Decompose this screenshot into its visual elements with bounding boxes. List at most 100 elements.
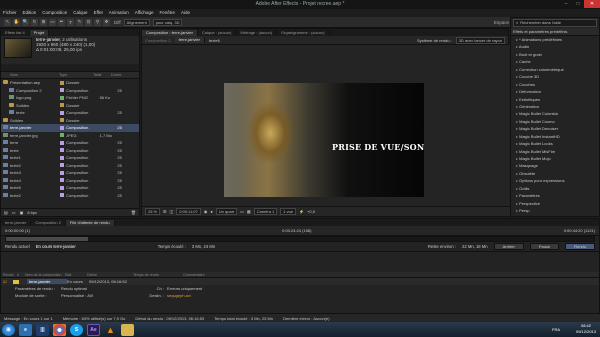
timecode-field[interactable]: 0:00:11:07 <box>176 208 201 215</box>
minimize-icon[interactable]: – <box>560 0 572 8</box>
menu-fenetre[interactable]: Fenêtre <box>156 9 178 17</box>
comp-viewer[interactable]: PRISE DE VUE/SON <box>142 45 510 208</box>
close-icon[interactable]: ✕ <box>584 0 600 8</box>
label-color-icon[interactable] <box>60 193 65 198</box>
snapshot-icon[interactable]: ◉ <box>204 209 208 214</box>
effect-category[interactable]: Correction colorimétrique <box>511 66 599 73</box>
label-color-icon[interactable] <box>60 148 65 153</box>
camera-select[interactable]: Caméra 1 <box>253 208 278 215</box>
effect-category[interactable]: Magic Bullet Denoiser <box>511 125 599 132</box>
help-search-input[interactable]: ⌕ Rechercher dans l'aide <box>513 19 597 27</box>
bit-depth[interactable]: 8 bpc <box>27 210 37 215</box>
after-effects-icon[interactable]: Ae <box>87 323 100 336</box>
effect-category[interactable]: Outils <box>511 185 599 192</box>
system-clock[interactable]: 08:42 09/12/2013 <box>576 323 596 334</box>
log-value[interactable]: Erreurs uniquement <box>167 286 202 291</box>
tab-project[interactable]: Projet <box>29 30 50 36</box>
col-comment[interactable]: Commentaire <box>183 272 233 277</box>
breadcrumb-comp2[interactable]: Composition 2 <box>145 38 171 43</box>
effect-category[interactable]: Obsolète <box>511 170 599 177</box>
tab-footage[interactable]: Métrage : (aucun) <box>236 30 278 36</box>
tab-effects-info[interactable]: Effets ital 4 <box>1 30 30 36</box>
rectangle-tool-icon[interactable]: ▭ <box>49 18 56 26</box>
trash-icon[interactable]: 🗑 <box>131 210 136 215</box>
label-color-icon[interactable] <box>60 125 65 130</box>
project-row[interactable]: terre-janvier Composition 25 <box>1 124 139 132</box>
render-item-name[interactable]: terre-janvier <box>27 279 67 284</box>
project-row[interactable]: Composition 2 Composition 25 <box>1 87 139 95</box>
chrome-icon[interactable] <box>53 323 66 336</box>
brush-tool-icon[interactable]: ✎ <box>76 18 83 26</box>
effect-category[interactable]: Magic Bullet MisFire <box>511 148 599 155</box>
menu-animation[interactable]: Animation <box>106 9 132 17</box>
effect-category[interactable]: Esthétiques <box>511 96 599 103</box>
effect-category[interactable]: Audio <box>511 43 599 50</box>
label-color-icon[interactable] <box>60 185 65 190</box>
menu-edition[interactable]: Edition <box>20 9 40 17</box>
breadcrumb-texte6[interactable]: texte6 <box>209 38 220 43</box>
region-icon[interactable]: ▭ <box>240 209 244 214</box>
output-module-value[interactable]: Personnalisé : AVI <box>61 293 107 298</box>
effect-category[interactable]: Magic Bullet Colorista <box>511 110 599 117</box>
new-folder-icon[interactable]: ▭ <box>12 210 16 215</box>
effect-category[interactable]: Persp <box>511 207 599 214</box>
library-icon[interactable]: ||| <box>36 323 49 336</box>
tab-layer[interactable]: Calque : (aucun) <box>198 30 237 36</box>
tab-timeline-terre-janvier[interactable]: terre-janvier <box>1 220 32 226</box>
project-row[interactable]: texte2 Composition 25 <box>1 192 139 200</box>
col-comp-name[interactable]: Nom de la composition <box>25 272 65 277</box>
effect-category[interactable]: Couche 3D <box>511 73 599 80</box>
transparency-icon[interactable]: ▩ <box>247 209 251 214</box>
project-search-input[interactable] <box>1 64 139 72</box>
tab-flowchart[interactable]: Organigramme : (aucun) <box>277 30 330 36</box>
effect-category[interactable]: Bruit et grain <box>511 51 599 58</box>
project-row[interactable]: Solides Dossier <box>1 102 139 110</box>
hand-tool-icon[interactable]: ✋ <box>13 18 20 26</box>
mask-icon[interactable]: ◫ <box>169 209 173 214</box>
column-duration[interactable]: Durée <box>111 72 133 78</box>
render-checkbox-icon[interactable]: ☑ <box>3 279 13 284</box>
label-color-icon[interactable] <box>60 118 65 123</box>
menu-calque[interactable]: Calque <box>70 9 90 17</box>
menu-composition[interactable]: Composition <box>39 9 70 17</box>
snap-field[interactable]: pour calq. 3D <box>152 18 183 26</box>
tab-composition[interactable]: Composition : terre-janvier <box>142 30 198 36</box>
render-item-row[interactable]: ☑ terre-janvier En cours 09/12/2013, 06:… <box>1 278 599 285</box>
stamp-tool-icon[interactable]: ⊡ <box>85 18 92 26</box>
effect-category[interactable]: Couches <box>511 81 599 88</box>
label-color-icon[interactable] <box>60 110 65 115</box>
effect-category[interactable]: Déformation <box>511 88 599 95</box>
project-row[interactable]: texte Composition 25 <box>1 147 139 155</box>
render-settings-value[interactable]: Rendu optimal <box>61 286 107 291</box>
stop-button[interactable]: Arrêter <box>493 243 524 250</box>
camera-tool-icon[interactable]: ⊞ <box>40 18 47 26</box>
exposure-value[interactable]: +0,0 <box>307 209 315 214</box>
tab-render-queue[interactable]: File d'attente de rendu <box>65 220 115 226</box>
skype-icon[interactable]: S <box>70 323 83 336</box>
effect-category[interactable]: Magic Bullet Mojo <box>511 155 599 162</box>
grid-icon[interactable]: ⊞ <box>163 209 166 214</box>
effect-category[interactable]: Cache <box>511 58 599 65</box>
puppet-tool-icon[interactable]: ✥ <box>103 18 110 26</box>
selection-tool-icon[interactable]: ↖ <box>4 18 11 26</box>
effect-category[interactable]: * Animations prédéfinies <box>511 36 599 43</box>
views-select[interactable]: 1 vue <box>280 208 297 215</box>
project-row[interactable]: terre-janvier.jpg JPEG 1,7 Mo <box>1 132 139 140</box>
project-row[interactable]: texte2 Composition 25 <box>1 162 139 170</box>
eraser-tool-icon[interactable]: ⚲ <box>94 18 101 26</box>
effect-category[interactable]: Options pour expressions <box>511 177 599 184</box>
project-row[interactable]: texte Composition 25 <box>1 109 139 117</box>
project-row[interactable]: terre Composition 25 <box>1 139 139 147</box>
col-render-time[interactable]: Temps de rendu <box>133 272 183 277</box>
effect-category[interactable]: Perspective <box>511 200 599 207</box>
effect-category[interactable]: Magic Bullet Looks <box>511 140 599 147</box>
fast-preview-icon[interactable]: ⚡ <box>299 209 304 214</box>
menu-aide[interactable]: Aide <box>178 9 193 17</box>
project-row[interactable]: Présentation.aep Dossier <box>1 79 139 87</box>
menu-affichage[interactable]: Affichage <box>132 9 157 17</box>
effect-category[interactable]: Masquage <box>511 162 599 169</box>
resolution-select[interactable]: Un quart <box>215 208 238 215</box>
zoom-select[interactable]: 25 % <box>145 208 161 215</box>
column-name[interactable]: Nom <box>1 72 59 78</box>
interpret-footage-icon[interactable]: ▤ <box>4 210 8 215</box>
